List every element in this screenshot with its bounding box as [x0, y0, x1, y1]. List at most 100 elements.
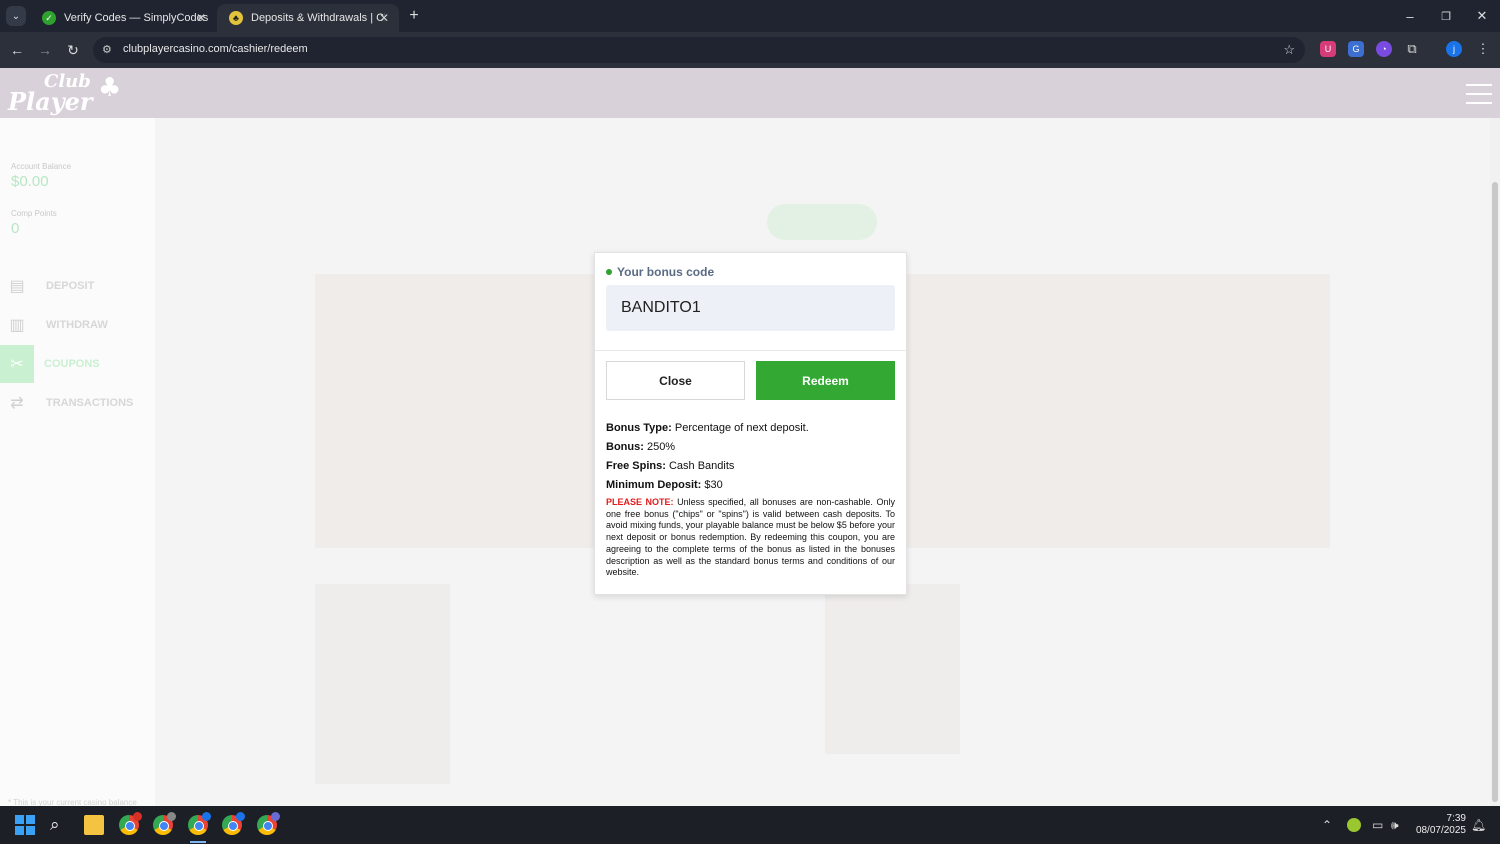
page-scrollbar[interactable] [1490, 118, 1500, 806]
address-bar[interactable]: ⚙ clubplayercasino.com/cashier/redeem ☆ [93, 37, 1305, 63]
checkmark-icon: ✓ [42, 11, 56, 25]
club-suit-icon: ♣ [98, 73, 122, 103]
bonus-code-field[interactable]: BANDITO1 [606, 285, 895, 331]
status-dot-icon [606, 269, 612, 275]
extension-shield-icon[interactable]: U [1320, 41, 1336, 57]
free-spins-label: Free Spins: [606, 460, 666, 472]
bonus-type-value: Percentage of next deposit. [674, 422, 809, 434]
redeem-coupon-modal: Your bonus code BANDITO1 Close Redeem Bo… [594, 252, 907, 595]
bonus-label: Bonus: [606, 441, 644, 453]
minimum-deposit-row: Minimum Deposit: $30 [606, 479, 723, 491]
active-app-indicator [190, 841, 206, 843]
tab-title: Deposits & Withdrawals | Club [251, 12, 385, 24]
background-promo-image [825, 584, 960, 754]
file-explorer-icon[interactable] [84, 815, 104, 835]
sidebar-item-coupons[interactable]: ✂ COUPONS [0, 345, 155, 383]
profile-avatar-icon[interactable]: j [1446, 41, 1462, 57]
minimize-icon[interactable]: – [1396, 6, 1424, 26]
close-tab-icon[interactable]: ✕ [196, 11, 206, 25]
minimum-deposit-value: $30 [704, 479, 723, 491]
divider [595, 350, 906, 351]
back-arrow-icon[interactable]: ← [7, 40, 27, 60]
extension-purple-icon[interactable]: ◔ [1376, 41, 1392, 57]
sidebar-item-label: WITHDRAW [46, 319, 108, 331]
tab-simplycodes[interactable]: ✓ Verify Codes — SimplyCodes ✕ [30, 4, 216, 32]
club-player-logo[interactable]: Club Player ♣ [8, 72, 128, 114]
site-info-icon[interactable]: ⚙ [102, 43, 112, 56]
tab-list-chevron-icon[interactable]: ⌄ [6, 6, 26, 26]
bonus-type-row: Bonus Type: Percentage of next deposit. [606, 422, 809, 434]
balance-footnote: * This is your current casino balance th… [8, 798, 137, 806]
terms-note: PLEASE NOTE: Unless specified, all bonus… [606, 497, 895, 579]
profile-badge-icon [167, 812, 176, 821]
chrome-icon[interactable] [222, 812, 245, 835]
system-clock[interactable]: 7:39 08/07/2025 [1416, 813, 1466, 837]
translate-icon[interactable]: G [1348, 41, 1364, 57]
reload-icon[interactable]: ↻ [63, 40, 83, 60]
free-spins-row: Free Spins: Cash Bandits [606, 460, 734, 472]
club-player-favicon-icon: ♣ [229, 11, 243, 25]
deposit-icon: ▤ [9, 278, 25, 295]
chrome-icon[interactable] [257, 812, 280, 835]
bonus-type-label: Bonus Type: [606, 422, 672, 434]
url-text: clubplayercasino.com/cashier/redeem [123, 43, 308, 55]
clock-date: 08/07/2025 [1415, 825, 1466, 836]
terms-note-text: Unless specified, all bonuses are non-ca… [606, 497, 895, 578]
balance-value: $0.00 [11, 173, 49, 190]
volume-icon[interactable]: 🕪 [1391, 815, 1411, 835]
profile-badge-icon [236, 812, 245, 821]
sidebar-item-withdraw[interactable]: ▥ WITHDRAW [0, 306, 155, 344]
background-promo-image [315, 584, 450, 784]
browser-menu-icon[interactable]: ⋮ [1475, 41, 1491, 57]
free-spins-value: Cash Bandits [668, 460, 735, 472]
windows-taskbar: ⌕ ⌃ ▭ 🕪 7:39 08/07/2025 🔔︎ [0, 806, 1500, 844]
cashier-sidebar: Account Balance $0.00 Comp Points 0 ▤ DE… [0, 118, 155, 806]
profile-badge-icon [271, 812, 280, 821]
bookmark-star-icon[interactable]: ☆ [1283, 42, 1295, 58]
sidebar-item-label: DEPOSIT [46, 280, 95, 292]
tab-title: Verify Codes — SimplyCodes [64, 12, 209, 24]
browser-tab-bar: ⌄ ✓ Verify Codes — SimplyCodes ✕ ♣ Depos… [0, 0, 1500, 32]
balance-label: Account Balance [11, 162, 72, 171]
please-note-label: PLEASE NOTE: [606, 497, 674, 507]
comp-points-label: Comp Points [11, 209, 57, 218]
windows-start-icon[interactable] [15, 815, 35, 835]
network-icon[interactable]: ▭ [1372, 815, 1392, 835]
profile-badge-icon [202, 812, 211, 821]
comp-points-value: 0 [11, 220, 20, 237]
restore-icon[interactable]: ❐ [1432, 6, 1460, 26]
tab-club-player[interactable]: ♣ Deposits & Withdrawals | Club ✕ [217, 4, 399, 32]
bonus-code-label-text: Your bonus code [617, 265, 715, 279]
sidebar-item-label: TRANSACTIONS [46, 397, 134, 409]
close-button[interactable]: Close [606, 361, 745, 400]
clock-time: 7:39 [1446, 813, 1466, 824]
close-window-icon[interactable]: ✕ [1468, 6, 1496, 26]
browser-toolbar: ← → ↻ ⚙ clubplayercasino.com/cashier/red… [0, 32, 1500, 68]
profile-badge-icon [133, 812, 142, 821]
sidebar-item-deposit[interactable]: ▤ DEPOSIT [0, 267, 155, 305]
background-button [767, 204, 877, 240]
notification-bell-icon[interactable]: 🔔︎ [1471, 815, 1491, 835]
scrollbar-thumb[interactable] [1492, 182, 1498, 802]
search-icon[interactable]: ⌕ [50, 815, 70, 835]
sidebar-item-transactions[interactable]: ⇄ TRANSACTIONS [0, 384, 155, 422]
close-tab-icon[interactable]: ✕ [379, 11, 389, 25]
coupon-icon: ✂ [0, 345, 34, 383]
bonus-row: Bonus: 250% [606, 441, 675, 453]
site-header: Club Player ♣ [0, 68, 1500, 118]
sidebar-item-label: COUPONS [44, 358, 100, 370]
chrome-icon[interactable] [188, 812, 211, 835]
hamburger-menu-icon[interactable] [1466, 84, 1492, 104]
tray-app-icon[interactable] [1347, 818, 1361, 832]
chrome-icon[interactable] [153, 812, 176, 835]
bonus-code-label: Your bonus code [606, 265, 714, 279]
bonus-value: 250% [646, 441, 676, 453]
chevron-up-icon[interactable]: ⌃ [1322, 815, 1342, 835]
chrome-icon[interactable] [119, 812, 142, 835]
new-tab-button[interactable]: + [400, 6, 428, 26]
forward-arrow-icon[interactable]: → [35, 40, 55, 60]
redeem-button[interactable]: Redeem [756, 361, 895, 400]
withdraw-icon: ▥ [9, 317, 25, 334]
extensions-puzzle-icon[interactable]: ⧉ [1404, 41, 1420, 57]
transactions-arrows-icon: ⇄ [10, 395, 24, 412]
